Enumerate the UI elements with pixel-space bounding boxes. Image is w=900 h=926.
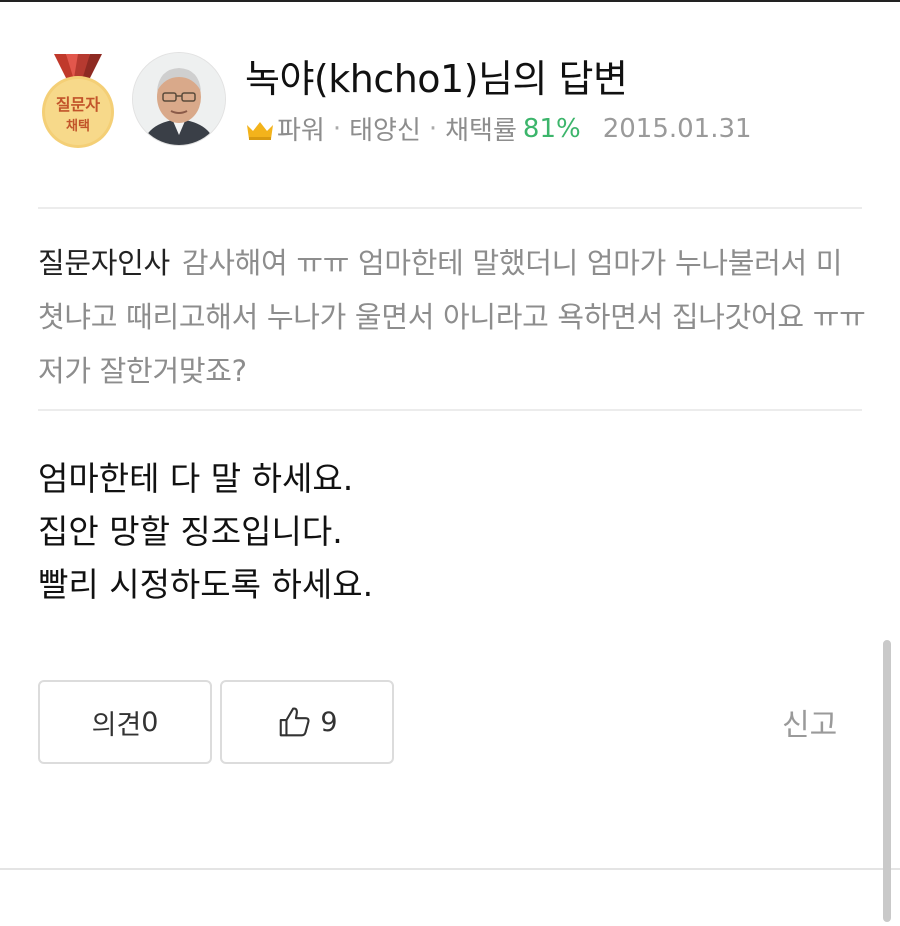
meta-separator: · [428,113,438,144]
questioner-greeting: 질문자인사 감사해여 ㅠㅠ 엄마한테 말했더니 엄마가 누나불러서 미쳣냐고 때리… [38,236,868,398]
report-link[interactable]: 신고 [782,700,837,744]
like-count: 9 [320,706,338,738]
adoption-rate: 81% [522,113,581,144]
answer-line: 집안 망할 징조입니다. [38,512,343,551]
badge-line1: 질문자 [56,95,100,114]
grade-label: 파워 [277,116,325,146]
answer-body: 엄마한테 다 말 하세요. 집안 망할 징조입니다. 빨리 시정하도록 하세요. [38,452,858,611]
thumbs-up-icon [280,707,310,737]
divider [0,868,900,870]
scrollbar[interactable] [883,640,891,922]
answer-date: 2015.01.31 [602,113,752,144]
comment-count: 0 [141,706,159,738]
answer-title[interactable]: 녹야(khcho1)님의 답변 [245,48,628,103]
meta-separator: · [332,113,342,144]
avatar[interactable] [132,52,226,146]
crown-icon [245,118,275,140]
answerer-meta: 파워 · 태양신 · 채택률 81% 2015.01.31 [245,110,752,147]
adoption-label: 채택률 [445,116,517,146]
user-avatar-image [133,53,225,145]
top-rule [0,0,900,2]
comment-button[interactable]: 의견 0 [38,680,212,764]
comment-label: 의견 [91,709,142,741]
greeting-label: 질문자인사 [38,246,170,280]
divider [38,409,862,411]
rank-label: 태양신 [349,116,421,146]
divider [38,207,862,209]
answer-line: 엄마한테 다 말 하세요. [38,459,354,498]
answer-line: 빨리 시정하도록 하세요. [38,565,374,604]
like-button[interactable]: 9 [220,680,394,764]
badge-line2: 채택 [66,118,90,134]
questioner-choice-badge: 질문자 채택 [36,50,120,150]
medal-icon: 질문자 채택 [42,54,114,148]
